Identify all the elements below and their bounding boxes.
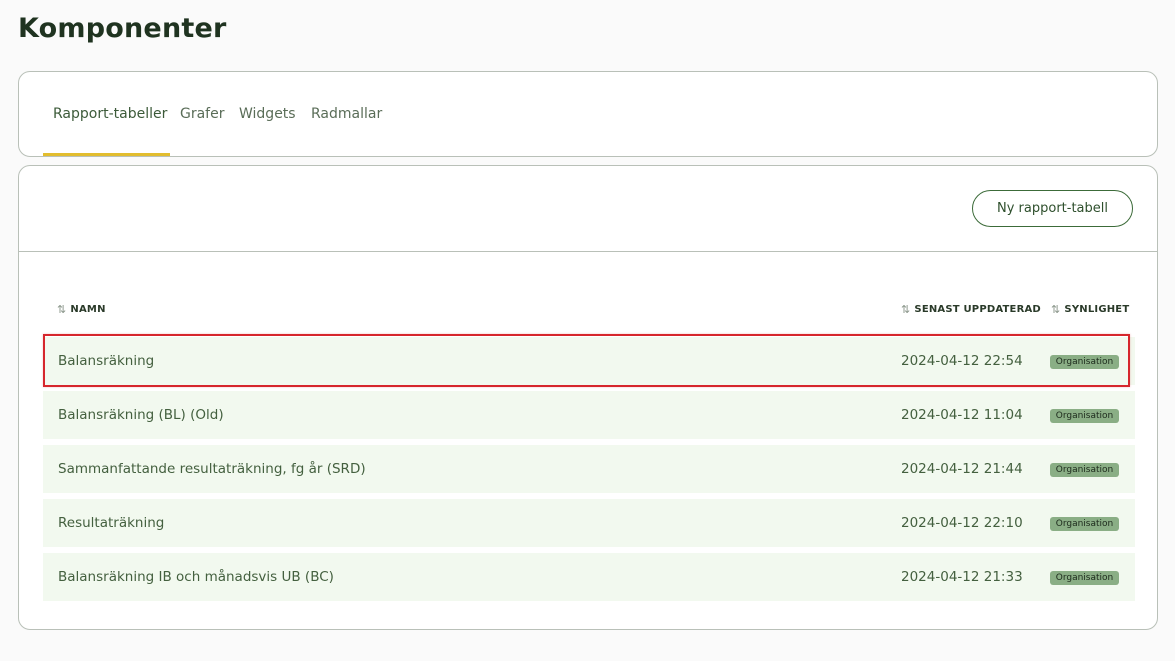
sort-arrows-icon: ⇅ — [901, 303, 911, 316]
row-updated: 2024-04-12 22:10 — [901, 515, 1023, 531]
column-header-name[interactable]: ⇅ NAMN — [57, 303, 106, 316]
tab-rapport-tabeller[interactable]: Rapport-tabeller — [53, 106, 167, 122]
row-updated: 2024-04-12 11:04 — [901, 407, 1023, 423]
row-updated: 2024-04-12 22:54 — [901, 353, 1023, 369]
visibility-badge: Organisation — [1050, 571, 1119, 585]
row-name: Sammanfattande resultaträkning, fg år (S… — [58, 461, 366, 477]
row-updated: 2024-04-12 21:44 — [901, 461, 1023, 477]
new-report-table-button[interactable]: Ny rapport-tabell — [972, 190, 1133, 227]
column-header-updated-label: SENAST UPPDATERAD — [914, 304, 1041, 315]
column-header-updated[interactable]: ⇅ SENAST UPPDATERAD — [901, 303, 1041, 316]
sort-arrows-icon: ⇅ — [57, 303, 67, 316]
page-title: Komponenter — [18, 13, 227, 44]
report-tables-panel: Ny rapport-tabell ⇅ NAMN ⇅ SENAST UPPDAT… — [18, 165, 1158, 630]
table-row[interactable]: Balansräkning IB och månadsvis UB (BC) 2… — [43, 553, 1135, 601]
table-row[interactable]: Resultaträkning 2024-04-12 22:10 Organis… — [43, 499, 1135, 547]
tab-grafer[interactable]: Grafer — [180, 106, 224, 122]
visibility-badge: Organisation — [1050, 463, 1119, 477]
row-updated: 2024-04-12 21:33 — [901, 569, 1023, 585]
column-header-visibility[interactable]: ⇅ SYNLIGHET — [1051, 303, 1129, 316]
table-row[interactable]: Balansräkning (BL) (Old) 2024-04-12 11:0… — [43, 391, 1135, 439]
table-row[interactable]: Balansräkning 2024-04-12 22:54 Organisat… — [43, 337, 1135, 385]
visibility-badge: Organisation — [1050, 409, 1119, 423]
tab-widgets[interactable]: Widgets — [239, 106, 296, 122]
tab-radmallar[interactable]: Radmallar — [311, 106, 382, 122]
row-name: Balansräkning — [58, 353, 155, 369]
column-header-name-label: NAMN — [70, 304, 106, 315]
visibility-badge: Organisation — [1050, 355, 1119, 369]
divider — [19, 251, 1157, 252]
row-name: Balansräkning IB och månadsvis UB (BC) — [58, 569, 334, 585]
active-tab-indicator — [43, 153, 170, 156]
sort-arrows-icon: ⇅ — [1051, 303, 1061, 316]
column-header-visibility-label: SYNLIGHET — [1064, 304, 1130, 315]
row-name: Balansräkning (BL) (Old) — [58, 407, 224, 423]
row-name: Resultaträkning — [58, 515, 165, 531]
table-row[interactable]: Sammanfattande resultaträkning, fg år (S… — [43, 445, 1135, 493]
visibility-badge: Organisation — [1050, 517, 1119, 531]
tabs-bar: Rapport-tabeller Grafer Widgets Radmalla… — [18, 71, 1158, 157]
